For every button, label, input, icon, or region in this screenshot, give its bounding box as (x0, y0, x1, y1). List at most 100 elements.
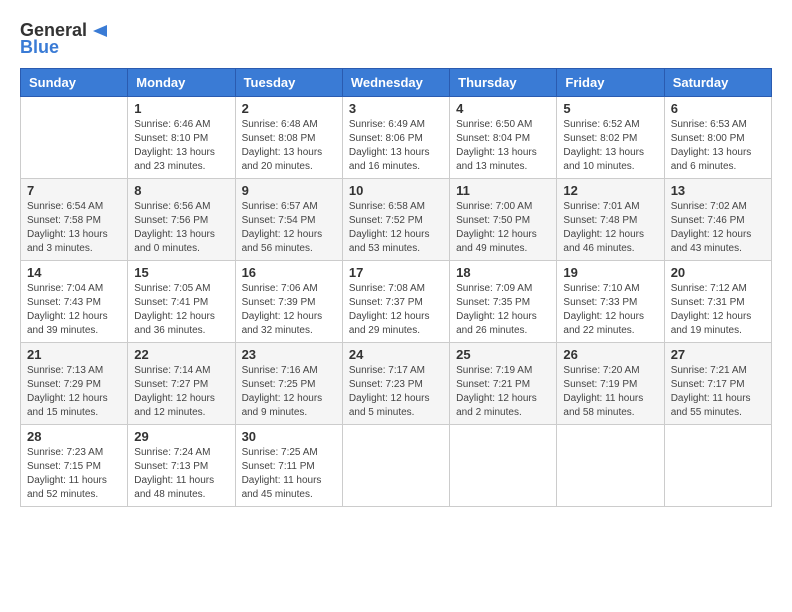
calendar-week-5: 28Sunrise: 7:23 AM Sunset: 7:15 PM Dayli… (21, 425, 772, 507)
day-info: Sunrise: 7:14 AM Sunset: 7:27 PM Dayligh… (134, 364, 228, 420)
day-info: Sunrise: 7:20 AM Sunset: 7:19 PM Dayligh… (563, 364, 657, 420)
weekday-header-monday: Monday (128, 69, 235, 97)
day-info: Sunrise: 6:48 AM Sunset: 8:08 PM Dayligh… (242, 118, 336, 174)
day-info: Sunrise: 7:02 AM Sunset: 7:46 PM Dayligh… (671, 200, 765, 256)
day-number: 12 (563, 183, 657, 198)
day-info: Sunrise: 7:24 AM Sunset: 7:13 PM Dayligh… (134, 446, 228, 502)
day-info: Sunrise: 6:54 AM Sunset: 7:58 PM Dayligh… (27, 200, 121, 256)
calendar-cell: 20 Sunrise: 7:12 AM Sunset: 7:31 PM Dayli… (664, 261, 771, 343)
calendar-cell (450, 425, 557, 507)
day-number: 15 (134, 265, 228, 280)
calendar-cell: 30 Sunrise: 7:25 AM Sunset: 7:11 PM Dayli… (235, 425, 342, 507)
day-number: 1 (134, 101, 228, 116)
calendar-cell: 24 Sunrise: 7:17 AM Sunset: 7:23 PM Dayli… (342, 343, 449, 425)
calendar-cell: 26 Sunrise: 7:20 AM Sunset: 7:19 PM Dayli… (557, 343, 664, 425)
day-info: Sunrise: 6:53 AM Sunset: 8:00 PM Dayligh… (671, 118, 765, 174)
weekday-header-wednesday: Wednesday (342, 69, 449, 97)
day-number: 19 (563, 265, 657, 280)
logo: General Blue (20, 20, 111, 58)
calendar-cell: 10 Sunrise: 6:58 AM Sunset: 7:52 PM Dayli… (342, 179, 449, 261)
day-number: 18 (456, 265, 550, 280)
day-number: 9 (242, 183, 336, 198)
calendar-cell: 8Sunrise: 6:56 AM Sunset: 7:56 PM Daylig… (128, 179, 235, 261)
day-number: 13 (671, 183, 765, 198)
calendar-cell: 1 Sunrise: 6:46 AM Sunset: 8:10 PM Daylig… (128, 97, 235, 179)
day-number: 26 (563, 347, 657, 362)
weekday-header-sunday: Sunday (21, 69, 128, 97)
calendar-cell: 9 Sunrise: 6:57 AM Sunset: 7:54 PM Daylig… (235, 179, 342, 261)
day-number: 24 (349, 347, 443, 362)
weekday-header-friday: Friday (557, 69, 664, 97)
day-number: 20 (671, 265, 765, 280)
calendar-week-1: 1 Sunrise: 6:46 AM Sunset: 8:10 PM Daylig… (21, 97, 772, 179)
day-info: Sunrise: 7:08 AM Sunset: 7:37 PM Dayligh… (349, 282, 443, 338)
calendar-cell: 11Sunrise: 7:00 AM Sunset: 7:50 PM Dayli… (450, 179, 557, 261)
calendar-cell: 13 Sunrise: 7:02 AM Sunset: 7:46 PM Dayli… (664, 179, 771, 261)
calendar-cell: 6 Sunrise: 6:53 AM Sunset: 8:00 PM Daylig… (664, 97, 771, 179)
calendar-cell: 19 Sunrise: 7:10 AM Sunset: 7:33 PM Dayli… (557, 261, 664, 343)
calendar-cell: 23Sunrise: 7:16 AM Sunset: 7:25 PM Dayli… (235, 343, 342, 425)
day-info: Sunrise: 7:00 AM Sunset: 7:50 PM Dayligh… (456, 200, 550, 256)
day-info: Sunrise: 6:58 AM Sunset: 7:52 PM Dayligh… (349, 200, 443, 256)
calendar-cell: 29Sunrise: 7:24 AM Sunset: 7:13 PM Dayli… (128, 425, 235, 507)
day-info: Sunrise: 7:10 AM Sunset: 7:33 PM Dayligh… (563, 282, 657, 338)
day-info: Sunrise: 7:04 AM Sunset: 7:43 PM Dayligh… (27, 282, 121, 338)
day-number: 28 (27, 429, 121, 444)
calendar-cell: 15 Sunrise: 7:05 AM Sunset: 7:41 PM Dayli… (128, 261, 235, 343)
day-number: 27 (671, 347, 765, 362)
header-row: SundayMondayTuesdayWednesdayThursdayFrid… (21, 69, 772, 97)
day-number: 2 (242, 101, 336, 116)
day-info: Sunrise: 6:50 AM Sunset: 8:04 PM Dayligh… (456, 118, 550, 174)
calendar-header: SundayMondayTuesdayWednesdayThursdayFrid… (21, 69, 772, 97)
calendar-cell: 7 Sunrise: 6:54 AM Sunset: 7:58 PM Daylig… (21, 179, 128, 261)
day-number: 21 (27, 347, 121, 362)
day-info: Sunrise: 7:17 AM Sunset: 7:23 PM Dayligh… (349, 364, 443, 420)
day-info: Sunrise: 7:01 AM Sunset: 7:48 PM Dayligh… (563, 200, 657, 256)
day-number: 4 (456, 101, 550, 116)
logo-bird-icon (89, 21, 111, 41)
day-info: Sunrise: 7:19 AM Sunset: 7:21 PM Dayligh… (456, 364, 550, 420)
calendar-cell: 17Sunrise: 7:08 AM Sunset: 7:37 PM Dayli… (342, 261, 449, 343)
calendar-cell: 16Sunrise: 7:06 AM Sunset: 7:39 PM Dayli… (235, 261, 342, 343)
calendar-cell (557, 425, 664, 507)
calendar-cell: 21 Sunrise: 7:13 AM Sunset: 7:29 PM Dayli… (21, 343, 128, 425)
day-number: 14 (27, 265, 121, 280)
day-number: 22 (134, 347, 228, 362)
calendar-body: 1 Sunrise: 6:46 AM Sunset: 8:10 PM Daylig… (21, 97, 772, 507)
calendar-cell: 4 Sunrise: 6:50 AM Sunset: 8:04 PM Daylig… (450, 97, 557, 179)
day-info: Sunrise: 6:49 AM Sunset: 8:06 PM Dayligh… (349, 118, 443, 174)
day-info: Sunrise: 7:25 AM Sunset: 7:11 PM Dayligh… (242, 446, 336, 502)
calendar-cell: 2 Sunrise: 6:48 AM Sunset: 8:08 PM Daylig… (235, 97, 342, 179)
calendar-cell: 18 Sunrise: 7:09 AM Sunset: 7:35 PM Dayli… (450, 261, 557, 343)
calendar-cell (342, 425, 449, 507)
day-number: 6 (671, 101, 765, 116)
logo-text-blue: Blue (20, 37, 59, 58)
calendar-cell: 5Sunrise: 6:52 AM Sunset: 8:02 PM Daylig… (557, 97, 664, 179)
header: General Blue (20, 20, 772, 58)
calendar-cell: 12 Sunrise: 7:01 AM Sunset: 7:48 PM Dayli… (557, 179, 664, 261)
weekday-header-thursday: Thursday (450, 69, 557, 97)
day-number: 7 (27, 183, 121, 198)
calendar-week-4: 21 Sunrise: 7:13 AM Sunset: 7:29 PM Dayli… (21, 343, 772, 425)
day-info: Sunrise: 7:12 AM Sunset: 7:31 PM Dayligh… (671, 282, 765, 338)
calendar-cell: 28Sunrise: 7:23 AM Sunset: 7:15 PM Dayli… (21, 425, 128, 507)
day-number: 10 (349, 183, 443, 198)
day-info: Sunrise: 7:21 AM Sunset: 7:17 PM Dayligh… (671, 364, 765, 420)
calendar-week-3: 14 Sunrise: 7:04 AM Sunset: 7:43 PM Dayli… (21, 261, 772, 343)
day-number: 8 (134, 183, 228, 198)
day-info: Sunrise: 7:05 AM Sunset: 7:41 PM Dayligh… (134, 282, 228, 338)
day-number: 25 (456, 347, 550, 362)
day-info: Sunrise: 7:13 AM Sunset: 7:29 PM Dayligh… (27, 364, 121, 420)
day-info: Sunrise: 6:57 AM Sunset: 7:54 PM Dayligh… (242, 200, 336, 256)
day-info: Sunrise: 6:46 AM Sunset: 8:10 PM Dayligh… (134, 118, 228, 174)
calendar-cell (664, 425, 771, 507)
calendar-cell: 22 Sunrise: 7:14 AM Sunset: 7:27 PM Dayli… (128, 343, 235, 425)
calendar-cell: 25 Sunrise: 7:19 AM Sunset: 7:21 PM Dayli… (450, 343, 557, 425)
day-number: 30 (242, 429, 336, 444)
calendar: SundayMondayTuesdayWednesdayThursdayFrid… (20, 68, 772, 507)
calendar-cell (21, 97, 128, 179)
day-number: 23 (242, 347, 336, 362)
day-info: Sunrise: 7:09 AM Sunset: 7:35 PM Dayligh… (456, 282, 550, 338)
day-info: Sunrise: 7:06 AM Sunset: 7:39 PM Dayligh… (242, 282, 336, 338)
calendar-week-2: 7 Sunrise: 6:54 AM Sunset: 7:58 PM Daylig… (21, 179, 772, 261)
